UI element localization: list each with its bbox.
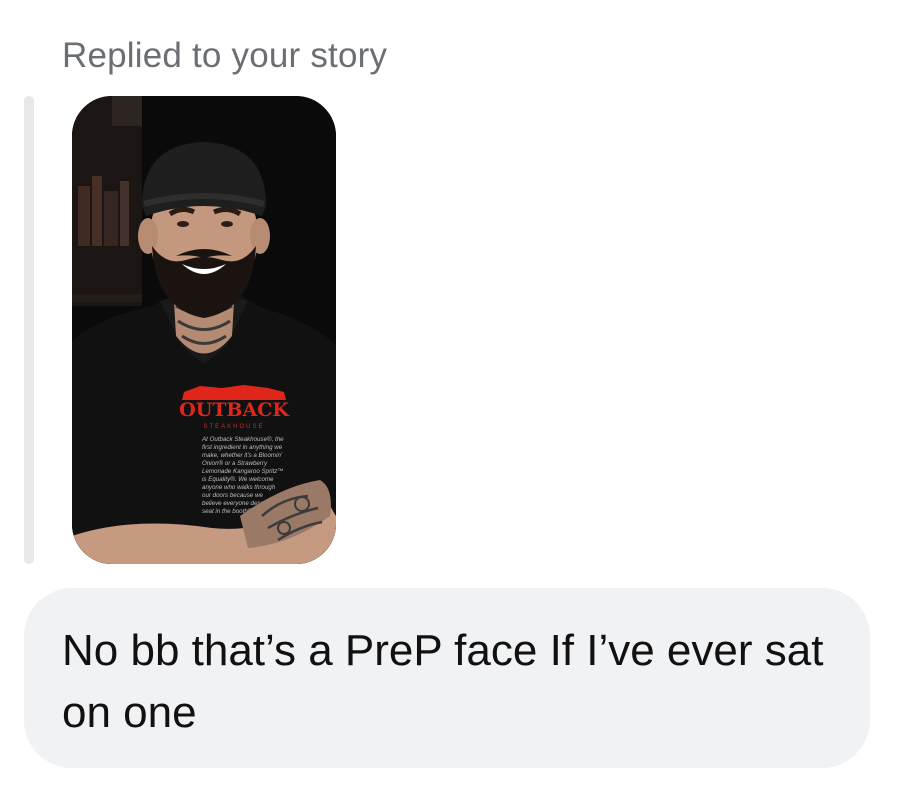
caption-line: our doors because we: [202, 492, 263, 499]
story-image: OUTBACK STEAKHOUSE At Outback Steakhouse…: [72, 96, 336, 564]
caption-line: is Equality®. We welcome: [202, 476, 274, 483]
story-thumbnail[interactable]: OUTBACK STEAKHOUSE At Outback Steakhouse…: [72, 96, 336, 564]
caption-line: first ingredient in anything we: [202, 444, 283, 451]
caption-line: Lemonade Kangaroo Spritz™: [202, 468, 284, 475]
caption-line: anyone who walks through: [202, 484, 276, 491]
brand-sub: STEAKHOUSE: [203, 424, 264, 430]
brand-name: OUTBACK: [179, 399, 290, 421]
caption-line: Onion® or a Strawberry: [202, 460, 268, 467]
reply-quote-bar: [24, 96, 34, 564]
dm-conversation: Replied to your story OUTBACK STEAKHOUSE…: [0, 0, 924, 785]
message-bubble[interactable]: No bb that’s a PreP face If I’ve ever sa…: [24, 588, 870, 768]
caption-line: At Outback Steakhouse®, the: [201, 436, 284, 443]
replied-to-story-label: Replied to your story: [62, 36, 388, 75]
message-text: No bb that’s a PreP face If I’ve ever sa…: [62, 626, 824, 737]
caption-line: make, whether it's a Bloomin': [202, 452, 283, 459]
